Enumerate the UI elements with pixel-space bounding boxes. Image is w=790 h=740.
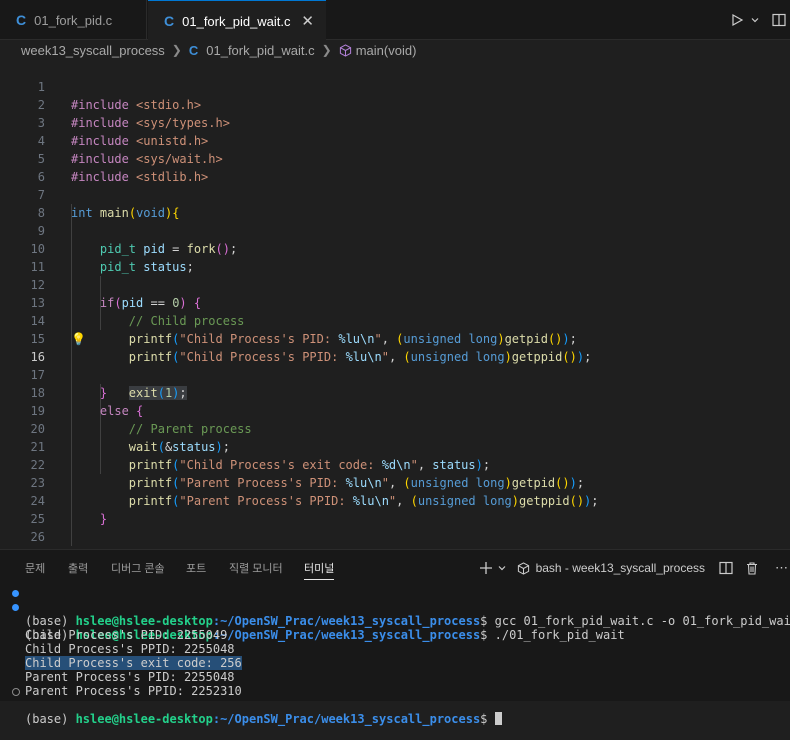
editor-tab-bar: C 01_fork_pid.c C 01_fork_pid_wait.c ✕ [0, 0, 790, 41]
code-line: 24 } [0, 474, 790, 526]
code-line: 8 [0, 186, 790, 220]
chevron-down-icon[interactable] [750, 15, 760, 25]
code-line: 26 return 0; [0, 510, 790, 562]
more-icon[interactable]: ⋯ [775, 560, 788, 576]
command-decoration-icon[interactable] [12, 590, 19, 597]
code-line: 14 printf("Child Process's PID: %lu\n", … [0, 294, 790, 346]
split-editor-icon[interactable] [772, 13, 786, 27]
terminal-line: (base) hslee@hslee-desktop:~/OpenSW_Prac… [0, 684, 502, 726]
code-line: 4 #include <sys/wait.h> [0, 114, 790, 166]
code-line: 9 pid_t pid = fork(); [0, 204, 790, 256]
tab-terminal[interactable]: 터미널 [304, 550, 335, 586]
code-line: 1 #include <stdio.h> [0, 60, 790, 112]
breadcrumb-symbol[interactable]: main(void) [356, 43, 417, 58]
tab-serial-monitor[interactable]: 직렬 모니터 [229, 550, 283, 586]
code-line: 5 #include <stdlib.h> [0, 132, 790, 184]
code-line: 3 #include <unistd.h> [0, 96, 790, 148]
terminal-line: Child Process's PID: 2255049 [25, 628, 228, 642]
lightbulb-icon[interactable]: 💡 [71, 330, 86, 348]
terminal-line: (base) hslee@hslee-desktop:~/OpenSW_Prac… [0, 586, 790, 628]
code-line: 12 if(pid == 0) { [0, 258, 790, 310]
tab-01-fork-pid-wait[interactable]: C 01_fork_pid_wait.c ✕ [148, 0, 326, 41]
breadcrumb-file[interactable]: 01_fork_pid_wait.c [206, 43, 314, 58]
code-line: 21 printf("Child Process's exit code: %d… [0, 420, 790, 472]
tab-01-fork-pid[interactable]: C 01_fork_pid.c [0, 0, 147, 40]
code-line: 7 int main(void){ [0, 168, 790, 220]
code-line: 6 [0, 150, 790, 184]
c-file-icon: C [16, 12, 27, 28]
code-line: 11 [0, 240, 790, 274]
code-line: 17 } [0, 348, 790, 400]
chevron-right-icon: ❯ [171, 43, 182, 57]
bottom-panel: 문제 출력 디버그 콘솔 포트 직렬 모니터 터미널 bash - week13… [0, 549, 790, 726]
code-line: 19 // Parent process [0, 384, 790, 436]
code-editor[interactable]: 1 #include <stdio.h> 2 #include <sys/typ… [0, 60, 790, 580]
code-line: 22 printf("Parent Process's PID: %lu\n",… [0, 438, 790, 490]
terminal-cursor [494, 712, 502, 725]
terminal-name[interactable]: bash - week13_syscall_process [536, 561, 705, 575]
method-cube-icon [339, 43, 351, 57]
tab-label: 01_fork_pid.c [34, 12, 113, 28]
code-line: 27 } [0, 528, 790, 580]
panel-tabs: 문제 출력 디버그 콘솔 포트 직렬 모니터 터미널 bash - week13… [0, 550, 790, 586]
terminal-line: (base) hslee@hslee-desktop:~/OpenSW_Prac… [0, 600, 625, 642]
tab-ports[interactable]: 포트 [186, 550, 206, 586]
terminal-line: Parent Process's PID: 2255048 [25, 670, 235, 684]
tab-label: 01_fork_pid_wait.c [182, 13, 291, 29]
chevron-right-icon: ❯ [321, 43, 332, 57]
terminal-actions: bash - week13_syscall_process ⋯ [479, 550, 790, 586]
tab-debug-console[interactable]: 디버그 콘솔 [111, 550, 165, 586]
code-line: 13 // Child process [0, 276, 790, 328]
chevron-down-icon[interactable] [497, 563, 507, 573]
code-line: 15 printf("Child Process's PPID: %lu\n",… [0, 312, 790, 364]
terminal-cube-icon [517, 561, 529, 575]
command-decoration-icon[interactable] [12, 604, 19, 611]
close-icon[interactable]: ✕ [301, 12, 314, 30]
code-line: 25 [0, 492, 790, 526]
run-icon[interactable] [730, 13, 744, 27]
code-line-active: 16 💡 exit(1); [0, 330, 790, 400]
tab-problems[interactable]: 문제 [25, 550, 45, 586]
breadcrumb-folder[interactable]: week13_syscall_process [21, 43, 165, 58]
tab-output[interactable]: 출력 [68, 550, 88, 586]
breadcrumb: week13_syscall_process ❯ C 01_fork_pid_w… [0, 40, 790, 60]
c-file-icon: C [164, 13, 175, 29]
trash-icon[interactable] [745, 561, 759, 575]
command-decoration-icon[interactable] [12, 688, 20, 696]
code-line: 10 pid_t status; [0, 222, 790, 274]
terminal-line: Child Process's PPID: 2255048 [25, 642, 235, 656]
c-file-icon: C [188, 42, 199, 58]
plus-icon[interactable] [479, 561, 493, 575]
code-line: 2 #include <sys/types.h> [0, 78, 790, 130]
code-line: 18 else { [0, 366, 790, 418]
editor-actions [730, 0, 790, 40]
split-terminal-icon[interactable] [719, 561, 733, 575]
code-line: 20 wait(&status); [0, 402, 790, 454]
code-line: 23 printf("Parent Process's PPID: %lu\n"… [0, 456, 790, 508]
terminal-line: Parent Process's PPID: 2252310 [25, 684, 242, 698]
terminal-line-selected: Child Process's exit code: 256 [25, 656, 242, 670]
